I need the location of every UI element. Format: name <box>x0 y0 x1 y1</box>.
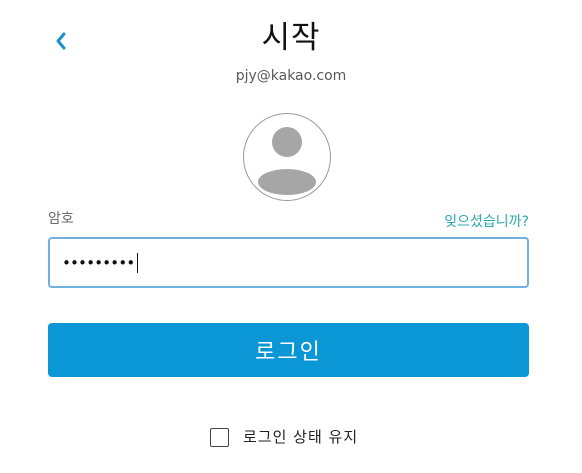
user-avatar-icon <box>243 113 331 201</box>
password-field[interactable]: ••••••••• <box>48 237 529 288</box>
keep-signed-in-checkbox[interactable] <box>210 427 229 447</box>
keep-signed-in-row[interactable]: 로그인 상태 유지 <box>210 426 358 448</box>
password-masked-value: ••••••••• <box>62 253 135 272</box>
text-caret <box>137 252 139 273</box>
password-label: 암호 <box>48 211 74 227</box>
login-button[interactable]: 로그인 <box>48 323 529 377</box>
account-email: pjy@kakao.com <box>235 68 347 84</box>
keep-signed-in-label[interactable]: 로그인 상태 유지 <box>243 426 358 448</box>
avatar <box>243 113 331 201</box>
forgot-password-link[interactable]: 잊으셨습니까? <box>444 212 529 232</box>
page-title: 시작 <box>261 20 321 56</box>
